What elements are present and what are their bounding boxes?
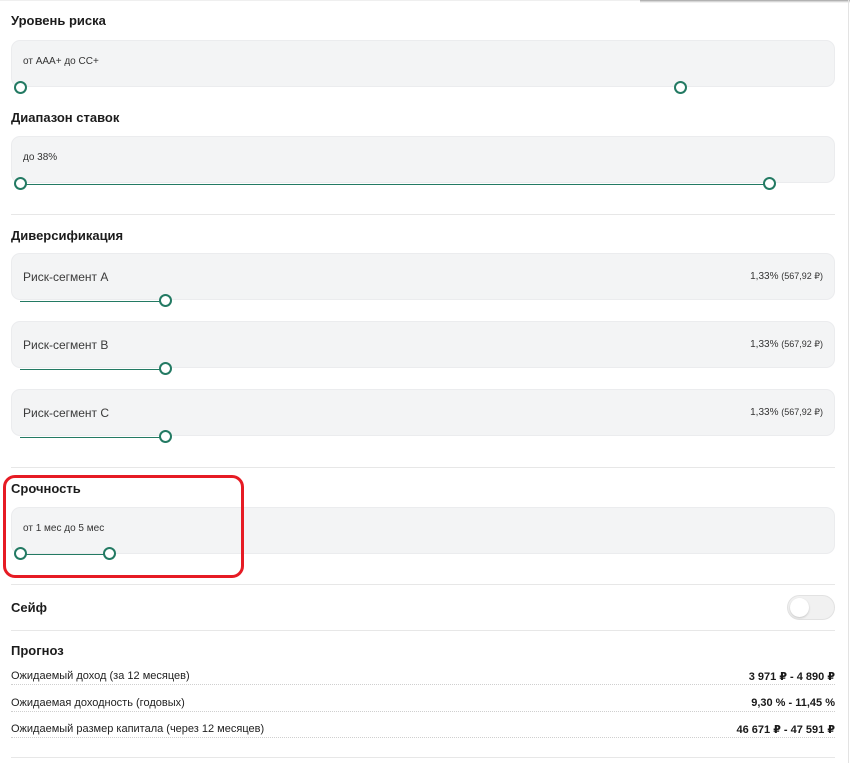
forecast-yield-value: 9,30 % - 11,45 % <box>747 697 835 709</box>
term-card: от 1 мес до 5 мес <box>11 507 835 554</box>
segment-c-label: Риск-сегмент C <box>23 406 110 420</box>
row-leader <box>11 711 835 712</box>
divider <box>11 584 835 585</box>
rate-range-max-handle[interactable] <box>763 177 776 190</box>
forecast-yield-label: Ожидаемая доходность (годовых) <box>11 697 189 709</box>
segment-a-value: 1,33% (567,92 ₽) <box>750 271 823 282</box>
overlay-shadow <box>640 0 850 3</box>
term-track[interactable] <box>21 554 110 555</box>
rate-range-min-handle[interactable] <box>14 177 27 190</box>
forecast-row-yield: Ожидаемая доходность (годовых) 9,30 % - … <box>11 697 835 713</box>
row-leader <box>11 684 835 685</box>
forecast-row-income: Ожидаемый доход (за 12 месяцев) 3 971 ₽ … <box>11 670 835 686</box>
safe-toggle-thumb <box>790 598 809 617</box>
segment-b-label: Риск-сегмент B <box>23 338 109 352</box>
rate-range-card: до 38% <box>11 136 835 183</box>
segment-a-handle[interactable] <box>159 294 172 307</box>
segment-b-handle[interactable] <box>159 362 172 375</box>
forecast-capital-label: Ожидаемый размер капитала (через 12 меся… <box>11 723 269 735</box>
risk-level-value: от AAA+ до CC+ <box>23 56 99 67</box>
forecast-income-label: Ожидаемый доход (за 12 месяцев) <box>11 670 194 682</box>
divider <box>11 467 835 468</box>
forecast-row-capital: Ожидаемый размер капитала (через 12 меся… <box>11 723 835 739</box>
divider <box>11 757 835 758</box>
term-value: от 1 мес до 5 мес <box>23 523 105 534</box>
row-leader <box>11 737 835 738</box>
risk-level-title: Уровень риска <box>11 13 106 28</box>
segment-b-card: Риск-сегмент B 1,33% (567,92 ₽) <box>11 321 835 368</box>
segment-a-track[interactable] <box>20 301 166 302</box>
risk-level-min-handle[interactable] <box>14 81 27 94</box>
divider <box>11 630 835 631</box>
forecast-title: Прогноз <box>11 643 64 658</box>
segment-a-card: Риск-сегмент A 1,33% (567,92 ₽) <box>11 253 835 300</box>
rate-range-track[interactable] <box>21 184 770 185</box>
segment-c-track[interactable] <box>20 437 166 438</box>
segment-b-value: 1,33% (567,92 ₽) <box>750 339 823 350</box>
divider <box>11 214 835 215</box>
segment-c-value: 1,33% (567,92 ₽) <box>750 407 823 418</box>
rate-range-title: Диапазон ставок <box>11 110 120 125</box>
safe-title: Сейф <box>11 600 47 615</box>
forecast-income-value: 3 971 ₽ - 4 890 ₽ <box>744 670 835 683</box>
panel-right-border <box>848 0 849 763</box>
forecast-capital-value: 46 671 ₽ - 47 591 ₽ <box>732 723 835 736</box>
risk-level-max-handle[interactable] <box>674 81 687 94</box>
segment-c-card: Риск-сегмент C 1,33% (567,92 ₽) <box>11 389 835 436</box>
rate-range-value: до 38% <box>23 152 58 163</box>
term-title: Срочность <box>11 481 81 496</box>
diversification-title: Диверсификация <box>11 228 124 243</box>
risk-level-card: от AAA+ до CC+ <box>11 40 835 87</box>
segment-b-track[interactable] <box>20 369 166 370</box>
term-max-handle[interactable] <box>103 547 116 560</box>
safe-toggle[interactable] <box>787 595 835 620</box>
segment-a-label: Риск-сегмент A <box>23 270 109 284</box>
term-min-handle[interactable] <box>14 547 27 560</box>
segment-c-handle[interactable] <box>159 430 172 443</box>
